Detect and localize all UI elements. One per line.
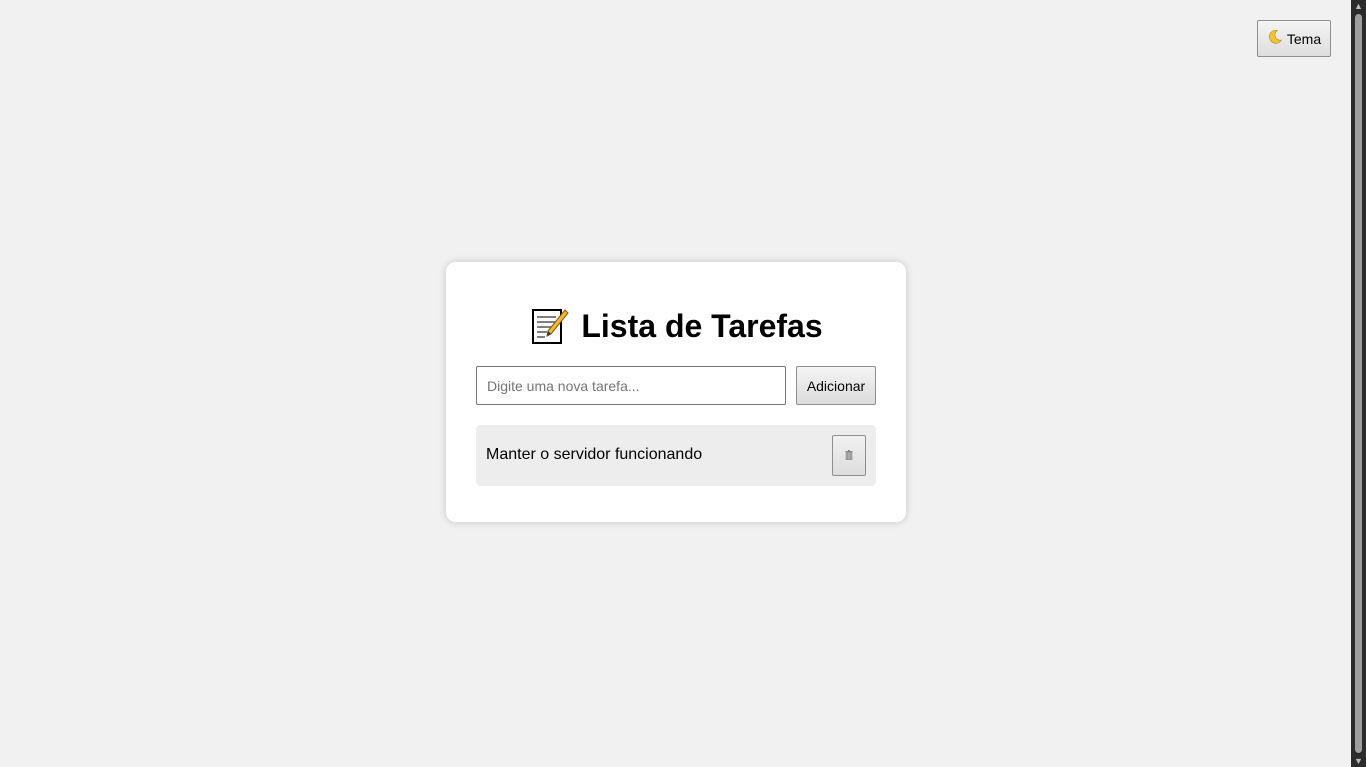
theme-toggle-label: Tema [1286,30,1322,47]
delete-task-button[interactable] [832,435,866,476]
vertical-scrollbar[interactable]: ▲ ▼ [1351,0,1366,767]
scroll-down-arrow-icon[interactable]: ▼ [1351,755,1366,767]
new-task-input[interactable] [476,366,786,405]
page-viewport: Tema Lista de Tarefas Adicionar Ma [0,0,1351,767]
trash-icon [845,447,853,465]
theme-toggle-button[interactable]: Tema [1257,20,1331,57]
crescent-moon-icon [1267,29,1283,48]
scroll-up-arrow-icon[interactable]: ▲ [1351,0,1366,12]
task-text: Manter o servidor funcionando [486,446,703,463]
add-task-button[interactable]: Adicionar [796,366,876,405]
task-list-item: Manter o servidor funcionando [476,425,876,486]
page-title: Lista de Tarefas [446,306,906,346]
memo-icon [529,306,570,346]
page-title-text: Lista de Tarefas [581,307,823,344]
todo-card: Lista de Tarefas Adicionar Manter o serv… [446,262,906,522]
scrollbar-thumb[interactable] [1355,14,1362,753]
